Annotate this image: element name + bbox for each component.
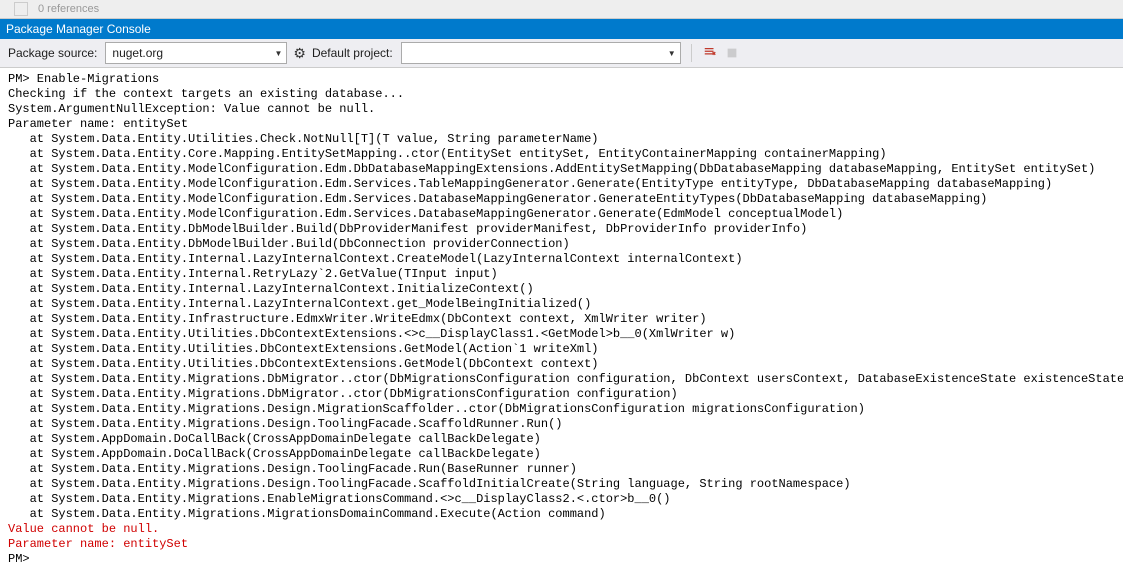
default-project-dropdown[interactable]: ▼ [401, 42, 681, 64]
pkg-source-label: Package source: [8, 46, 97, 60]
collapse-icon [14, 2, 28, 16]
panel-title: Package Manager Console [6, 22, 151, 36]
gear-icon[interactable]: ⚙ [293, 45, 306, 62]
panel-title-bar: Package Manager Console [0, 19, 1123, 39]
console-output[interactable]: PM> Enable-MigrationsChecking if the con… [0, 68, 1123, 570]
stop-button[interactable] [724, 45, 740, 61]
editor-gutter-strip: 0 references [0, 0, 1123, 19]
chevron-down-icon: ▼ [274, 49, 282, 58]
toolbar-separator [691, 44, 692, 62]
pkg-source-value: nuget.org [112, 46, 163, 60]
pmc-toolbar: Package source: nuget.org ▼ ⚙ Default pr… [0, 39, 1123, 68]
clear-console-button[interactable] [702, 45, 718, 61]
default-project-label: Default project: [312, 46, 393, 60]
chevron-down-icon: ▼ [668, 49, 676, 58]
pkg-source-dropdown[interactable]: nuget.org ▼ [105, 42, 287, 64]
codelens-text: 0 references [38, 3, 99, 15]
